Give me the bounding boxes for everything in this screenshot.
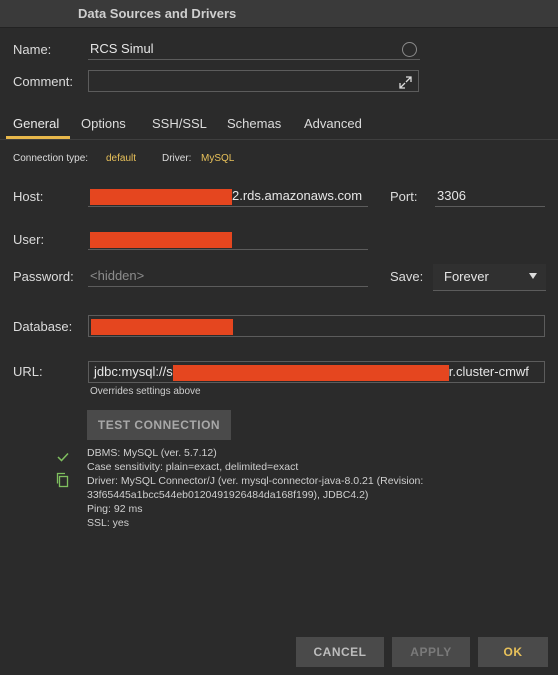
tab-options[interactable]: Options bbox=[81, 116, 126, 131]
ok-button[interactable]: OK bbox=[478, 637, 548, 667]
driver-value[interactable]: MySQL bbox=[201, 153, 234, 164]
tab-schemas[interactable]: Schemas bbox=[227, 116, 281, 131]
save-dropdown[interactable]: Forever bbox=[433, 264, 546, 291]
url-field[interactable]: jdbc:mysql://s r.cluster-cmwf bbox=[88, 361, 545, 383]
test-connection-button[interactable]: TEST CONNECTION bbox=[87, 410, 231, 440]
database-label: Database: bbox=[13, 319, 73, 334]
host-label: Host: bbox=[13, 189, 44, 204]
check-icon bbox=[57, 452, 69, 462]
info-line: Ping: 92 ms bbox=[87, 503, 143, 515]
window-title: Data Sources and Drivers bbox=[78, 6, 237, 21]
expand-icon[interactable] bbox=[399, 76, 412, 89]
active-tab-indicator bbox=[6, 136, 70, 139]
comment-field[interactable] bbox=[88, 70, 419, 92]
url-suffix: r.cluster-cmwf bbox=[448, 364, 529, 379]
connection-type-label: Connection type: bbox=[13, 153, 89, 164]
connection-type-value[interactable]: default bbox=[106, 153, 136, 164]
password-label: Password: bbox=[13, 269, 74, 284]
url-prefix: jdbc:mysql://s bbox=[94, 364, 173, 379]
tab-general[interactable]: General bbox=[13, 116, 59, 131]
cancel-button[interactable]: CANCEL bbox=[296, 637, 384, 667]
copy-icon[interactable] bbox=[55, 472, 70, 488]
name-value: RCS Simul bbox=[90, 41, 154, 56]
database-field[interactable] bbox=[88, 315, 545, 337]
url-label: URL: bbox=[13, 364, 43, 379]
port-value: 3306 bbox=[437, 188, 466, 203]
dropdown-arrow-icon bbox=[529, 273, 537, 279]
info-line: SSL: yes bbox=[87, 517, 130, 529]
info-line: DBMS: MySQL (ver. 5.7.12) bbox=[87, 447, 217, 459]
test-result-info: DBMS: MySQL (ver. 5.7.12) Case sensitivi… bbox=[87, 446, 423, 530]
user-field[interactable] bbox=[88, 230, 368, 250]
port-field[interactable]: 3306 bbox=[435, 187, 545, 207]
apply-button[interactable]: APPLY bbox=[392, 637, 470, 667]
tab-advanced[interactable]: Advanced bbox=[304, 116, 362, 131]
password-field[interactable]: <hidden> bbox=[88, 267, 368, 287]
tab-ssh-ssl[interactable]: SSH/SSL bbox=[152, 116, 207, 131]
info-line: Driver: MySQL Connector/J (ver. mysql-co… bbox=[87, 475, 424, 487]
save-value: Forever bbox=[444, 269, 489, 284]
host-suffix: 2.rds.amazonaws.com bbox=[232, 188, 363, 203]
color-circle-icon[interactable] bbox=[402, 42, 417, 57]
user-label: User: bbox=[13, 232, 45, 247]
info-line: Case sensitivity: plain=exact, delimited… bbox=[87, 461, 299, 473]
user-redaction bbox=[90, 231, 232, 248]
name-label: Name: bbox=[13, 42, 52, 57]
url-redaction bbox=[172, 364, 449, 381]
info-line: 33f65445a1bcc544eb0120491926484da168f199… bbox=[87, 489, 369, 501]
port-label: Port: bbox=[390, 189, 418, 204]
database-redaction bbox=[91, 318, 233, 335]
tab-bar: General Options SSH/SSL Schemas Advanced bbox=[0, 112, 558, 140]
name-field[interactable]: RCS Simul bbox=[88, 40, 420, 60]
password-placeholder: <hidden> bbox=[90, 268, 145, 283]
url-note: Overrides settings above bbox=[90, 386, 201, 397]
host-field[interactable]: 2.rds.amazonaws.com bbox=[88, 187, 368, 207]
driver-label: Driver: bbox=[162, 153, 192, 164]
save-label: Save: bbox=[390, 269, 424, 284]
host-redaction bbox=[90, 188, 232, 205]
title-bar: Data Sources and Drivers bbox=[0, 0, 558, 28]
comment-label: Comment: bbox=[13, 74, 73, 89]
